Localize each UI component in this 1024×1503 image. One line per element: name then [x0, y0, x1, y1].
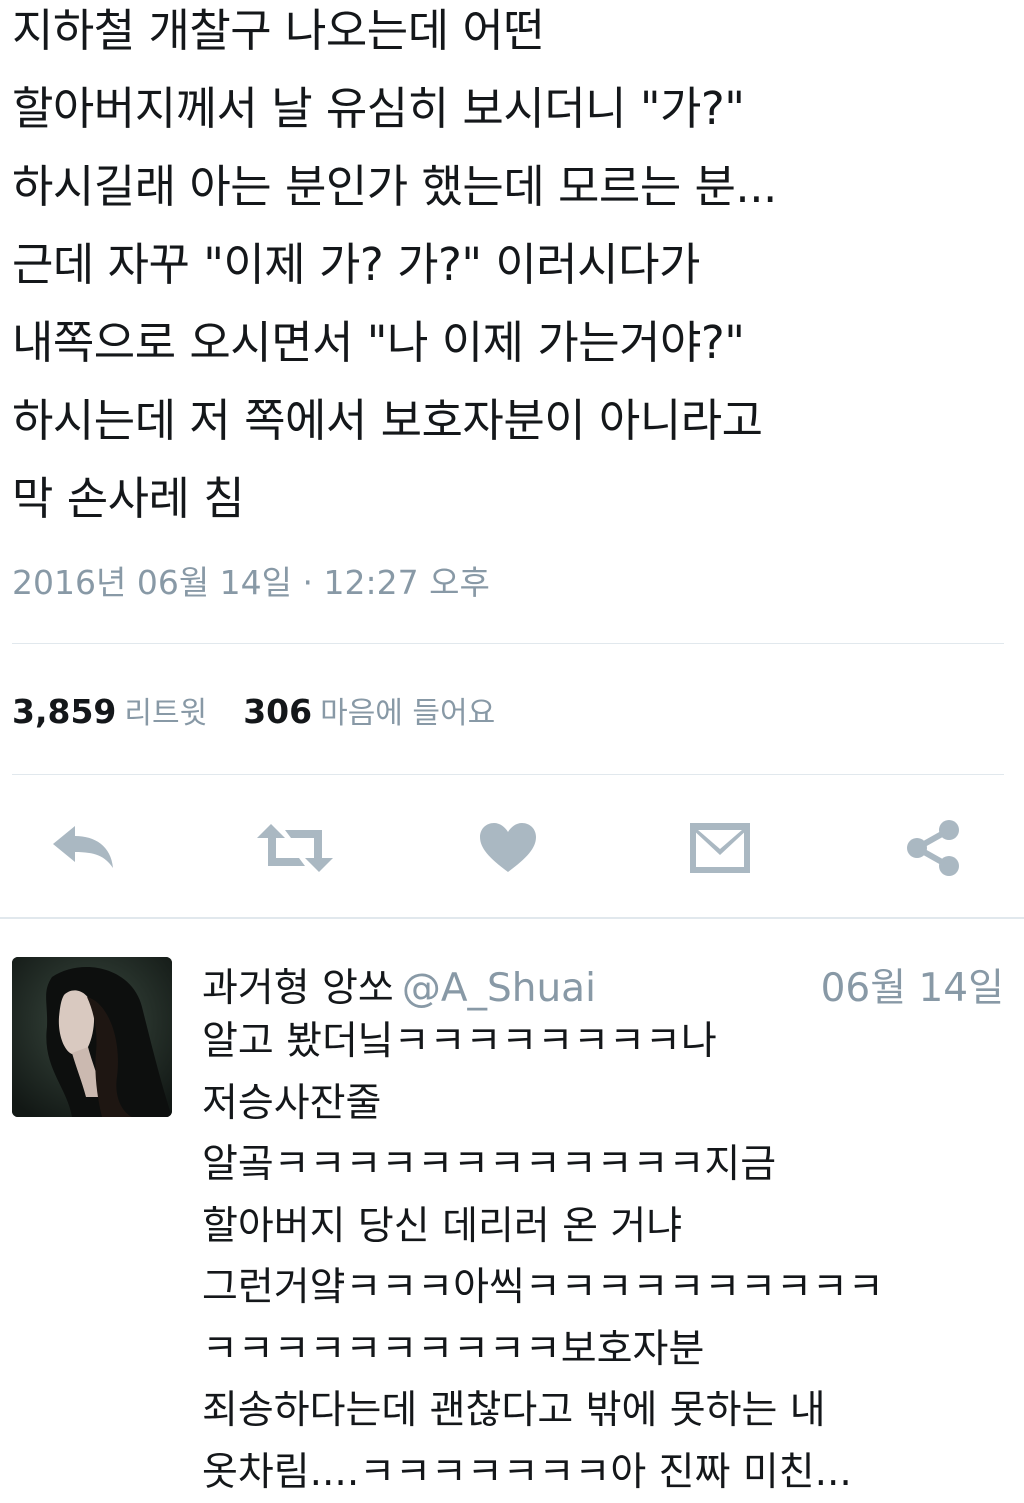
reply-icon [49, 824, 117, 876]
tweet-text-line: 내쪽으로 오시면서 "나 이제 가는거야?" [12, 304, 1012, 382]
tweet-actions [0, 815, 1024, 885]
reply-button[interactable] [43, 815, 123, 885]
tweet-timestamp[interactable]: 2016년 06월 14일 · 12:27 오후 [12, 556, 490, 604]
reply-text-line: 죄송하다는데 괜찮다고 밖에 못하는 내 [202, 1380, 1012, 1442]
tweet-text-line: 근데 자꾸 "이제 가? 가?" 이러시다가 [12, 226, 1012, 304]
tweet-text-line: 하시길래 아는 분인가 했는데 모르는 분... [12, 148, 1012, 226]
message-icon [689, 822, 751, 878]
reply-text-line: ㅋㅋㅋㅋㅋㅋㅋㅋㅋㅋ보호자분 [202, 1319, 1012, 1381]
reply-text-line: 알고 봤더닠ㅋㅋㅋㅋㅋㅋㅋㅋ나 [202, 1011, 1012, 1073]
like-count[interactable]: 306 [243, 692, 312, 731]
message-button[interactable] [680, 815, 760, 885]
retweet-icon [255, 822, 335, 878]
retweet-count[interactable]: 3,859 [12, 692, 116, 731]
tweet-text-line: 지하철 개찰구 나오는데 어떤 [12, 0, 1012, 70]
retweet-button[interactable] [255, 815, 335, 885]
like-label[interactable]: 마음에 들어요 [320, 696, 495, 731]
reply-text-line: 알곸ㅋㅋㅋㅋㅋㅋㅋㅋㅋㅋㅋㅋ지금 [202, 1134, 1012, 1196]
like-button[interactable] [468, 815, 548, 885]
reply-header: 과거형 앙쏘@A_Shuai 06월 14일 [202, 957, 1004, 1013]
tweet-text-line: 하시는데 저 쪽에서 보호자분이 아니라고 [12, 382, 1012, 460]
tweet-body: 지하철 개찰구 나오는데 어떤 할아버지께서 날 유심히 보시더니 "가?" 하… [12, 0, 1012, 538]
reply-text-line: 옷차림....ㅋㅋㅋㅋㅋㅋㅋ아 진짜 미친... [202, 1442, 1012, 1503]
reply-text: 알고 봤더닠ㅋㅋㅋㅋㅋㅋㅋㅋ나 저승사잔줄 알곸ㅋㅋㅋㅋㅋㅋㅋㅋㅋㅋㅋㅋ지금 할… [202, 1011, 1012, 1503]
avatar[interactable] [12, 957, 172, 1117]
tweet-stats: 3,859리트윗 306마음에 들어요 [12, 688, 495, 732]
tweet-text-line: 할아버지께서 날 유심히 보시더니 "가?" [12, 70, 1012, 148]
reply-tweet[interactable]: 과거형 앙쏘@A_Shuai 06월 14일 알고 봤더닠ㅋㅋㅋㅋㅋㅋㅋㅋ나 저… [0, 919, 1024, 1499]
tweet-text: 지하철 개찰구 나오는데 어떤 할아버지께서 날 유심히 보시더니 "가?" 하… [12, 0, 1012, 538]
reply-text-line: 저승사잔줄 [202, 1073, 1012, 1135]
share-button[interactable] [893, 815, 973, 885]
tweet-text-line: 막 손사레 침 [12, 460, 1012, 538]
divider [12, 774, 1004, 775]
reply-author-name[interactable]: 과거형 앙쏘 [202, 966, 394, 1011]
reply-date[interactable]: 06월 14일 [821, 957, 1004, 1013]
heart-icon [479, 822, 537, 878]
reply-text-line: 그런거얔ㅋㅋㅋ아씩ㅋㅋㅋㅋㅋㅋㅋㅋㅋㅋ [202, 1257, 1012, 1319]
share-icon [903, 818, 963, 882]
reply-text-line: 할아버지 당신 데리러 온 거냐 [202, 1196, 1012, 1258]
retweet-label[interactable]: 리트윗 [124, 696, 207, 731]
divider [12, 643, 1004, 644]
reply-author-handle[interactable]: @A_Shuai [402, 966, 596, 1011]
